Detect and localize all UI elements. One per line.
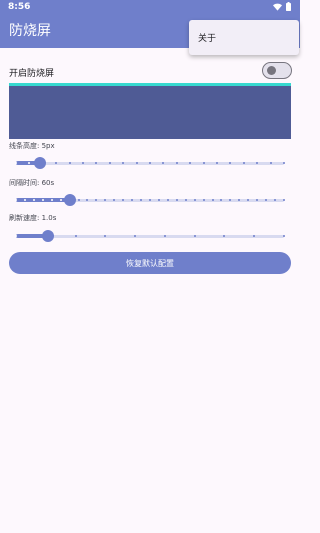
slider-tick bbox=[265, 199, 268, 201]
slider-tick bbox=[256, 162, 259, 164]
slider-tick bbox=[220, 199, 223, 201]
slider-tick bbox=[175, 199, 178, 201]
slider-tick bbox=[256, 199, 259, 201]
burn-in-preview bbox=[9, 83, 291, 139]
slider-tick bbox=[50, 199, 53, 201]
slider-tick bbox=[166, 199, 169, 201]
slider-tick bbox=[82, 162, 84, 164]
slider-tick bbox=[104, 199, 107, 201]
slider-tick bbox=[253, 235, 256, 237]
interval-label: 间隔时间: 60s bbox=[9, 179, 55, 187]
battery-icon bbox=[286, 2, 291, 11]
reset-default-button[interactable]: 恢复默认配置 bbox=[9, 252, 291, 274]
slider-tick bbox=[238, 199, 241, 201]
status-time: 8:56 bbox=[8, 1, 31, 12]
page-title: 防烧屏 bbox=[9, 23, 51, 39]
slider-tick bbox=[131, 199, 134, 201]
slider-tick bbox=[140, 199, 143, 201]
slider-thumb[interactable] bbox=[63, 194, 76, 206]
slider-tick bbox=[113, 199, 116, 201]
slider-tick bbox=[175, 162, 178, 164]
slider-tick bbox=[15, 199, 17, 201]
slider-tick bbox=[149, 199, 151, 201]
slider-tick bbox=[223, 235, 226, 237]
slider-tick bbox=[74, 235, 77, 237]
slider-tick bbox=[189, 162, 192, 164]
slider-tick bbox=[216, 162, 218, 164]
slider-tick bbox=[229, 199, 232, 201]
preview-line bbox=[9, 83, 291, 86]
slider-tick bbox=[55, 162, 58, 164]
overflow-menu: 关于 bbox=[189, 20, 299, 55]
slider-tick bbox=[162, 162, 165, 164]
slider-tick bbox=[95, 162, 98, 164]
slider-tick bbox=[59, 199, 62, 201]
slider-tick bbox=[149, 162, 151, 164]
slider-tick bbox=[202, 199, 205, 201]
slider-tick bbox=[193, 235, 196, 237]
slider-tick bbox=[229, 162, 232, 164]
slider-tick bbox=[247, 199, 250, 201]
slider-tick bbox=[23, 199, 26, 201]
slider-tick bbox=[283, 235, 285, 237]
slider-tick bbox=[211, 199, 214, 201]
slider-ticks bbox=[15, 193, 285, 207]
wifi-icon bbox=[273, 3, 282, 11]
slider-tick bbox=[41, 199, 44, 201]
switch-thumb bbox=[267, 66, 276, 75]
slider-tick bbox=[77, 199, 80, 201]
slider-tick bbox=[283, 162, 285, 164]
slider-tick bbox=[32, 199, 35, 201]
slider-tick bbox=[202, 162, 205, 164]
slider-tick bbox=[283, 199, 285, 201]
menu-item-about[interactable]: 关于 bbox=[189, 20, 299, 55]
slider-tick bbox=[28, 162, 31, 164]
slider-tick bbox=[242, 162, 245, 164]
slider-tick bbox=[122, 199, 125, 201]
slider-tick bbox=[108, 162, 111, 164]
slider-tick bbox=[163, 235, 166, 237]
slider-tick bbox=[15, 235, 17, 237]
interval-slider[interactable] bbox=[15, 193, 285, 207]
slider-tick bbox=[104, 235, 107, 237]
line-height-label: 线条高度: 5px bbox=[9, 142, 55, 150]
slider-tick bbox=[86, 199, 89, 201]
enable-toggle-label: 开启防烧屏 bbox=[9, 69, 55, 79]
slider-tick bbox=[269, 162, 272, 164]
slider-tick bbox=[193, 199, 196, 201]
slider-tick bbox=[135, 162, 138, 164]
slider-tick bbox=[157, 199, 160, 201]
slider-thumb[interactable] bbox=[34, 157, 47, 169]
enable-switch[interactable] bbox=[262, 62, 292, 79]
slider-tick bbox=[68, 162, 71, 164]
status-bar: 8:56 bbox=[0, 0, 300, 13]
slider-tick bbox=[184, 199, 187, 201]
slider-tick bbox=[15, 162, 17, 164]
refresh-speed-label: 刷新速度: 1.0s bbox=[9, 214, 57, 222]
slider-tick bbox=[274, 199, 277, 201]
slider-ticks bbox=[15, 229, 285, 243]
line-height-slider[interactable] bbox=[15, 156, 285, 170]
slider-tick bbox=[134, 235, 137, 237]
status-icons bbox=[273, 2, 291, 11]
slider-tick bbox=[95, 199, 98, 201]
refresh-speed-slider[interactable] bbox=[15, 229, 285, 243]
slider-ticks bbox=[15, 156, 285, 170]
slider-tick bbox=[122, 162, 125, 164]
